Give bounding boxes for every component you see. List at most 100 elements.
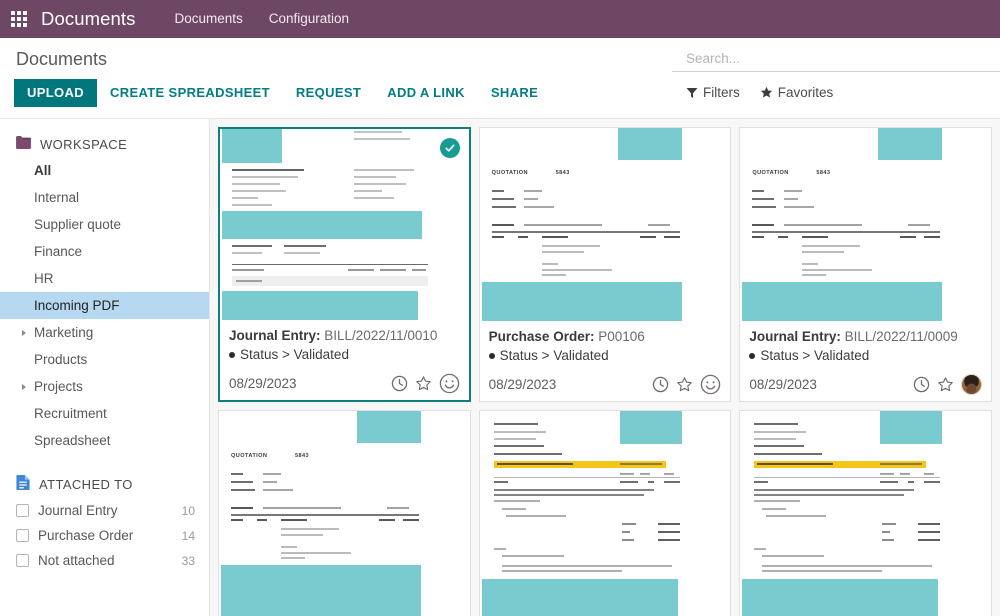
top-navbar: Documents Documents Configuration (0, 0, 1000, 38)
favorites-dropdown[interactable]: Favorites (760, 85, 833, 100)
filters-dropdown[interactable]: Filters (686, 85, 740, 100)
control-panel: Documents UPLOAD CREATE SPREADSHEET REQU… (0, 38, 1000, 119)
star-icon[interactable] (676, 376, 693, 393)
sidebar-item-label: Supplier quote (34, 217, 122, 232)
checkbox-icon[interactable] (16, 554, 29, 567)
document-thumbnail[interactable] (479, 411, 731, 616)
upload-button[interactable]: UPLOAD (14, 79, 97, 107)
menu-item-documents[interactable]: Documents (161, 0, 255, 38)
documents-grid: Journal Entry: BILL/2022/11/0010 Status >… (218, 127, 992, 616)
sidebar-item-label: Internal (34, 190, 80, 205)
sidebar-item-spreadsheet[interactable]: Spreadsheet (0, 427, 209, 454)
avatar[interactable] (439, 373, 460, 394)
sidebar-item-recruitment[interactable]: Recruitment (0, 400, 209, 427)
filter-funnel-icon (686, 87, 698, 99)
document-title: Journal Entry: BILL/2022/11/0009 (749, 327, 982, 346)
selected-check-icon[interactable] (439, 138, 460, 158)
document-title-prefix: Purchase Order: (488, 329, 595, 344)
menu-item-configuration[interactable]: Configuration (256, 0, 362, 38)
sidebar-item-label: Recruitment (34, 406, 107, 421)
document-thumbnail[interactable]: QUOTATION 5843 (740, 128, 991, 321)
sidebar-item-projects[interactable]: Projects (0, 373, 209, 400)
apps-grid-icon[interactable] (8, 8, 30, 30)
sidebar-filter-journal-entry[interactable]: Journal Entry 10 (0, 498, 209, 523)
sidebar-filter-not-attached[interactable]: Not attached 33 (0, 548, 209, 573)
sidebar-item-hr[interactable]: HR (0, 265, 209, 292)
star-icon (760, 86, 773, 99)
sidebar-item-label: Projects (34, 379, 83, 394)
chevron-right-icon[interactable] (22, 383, 26, 390)
document-card-actions (391, 373, 460, 394)
request-button[interactable]: REQUEST (283, 79, 374, 107)
status-dot-icon (488, 353, 495, 359)
clock-icon[interactable] (913, 376, 930, 393)
document-card[interactable]: QUOTATION 5843 Journal Entry: BILL/2022/11… (739, 127, 992, 402)
document-title: Purchase Order: P00106 (489, 327, 722, 346)
document-preview (480, 411, 731, 616)
status-label: Status > Validated (499, 348, 609, 363)
sidebar-filter-count: 33 (181, 553, 195, 568)
document-card-footer: 08/29/2023 (740, 373, 991, 401)
status-badge: Status > Validated (229, 345, 460, 365)
document-card[interactable]: QUOTATION 5843 (218, 410, 471, 616)
sidebar-item-supplier-quote[interactable]: Supplier quote (0, 211, 209, 238)
document-date: 08/29/2023 (749, 377, 817, 392)
sidebar-item-label: Products (34, 352, 88, 367)
status-dot-icon (229, 352, 235, 358)
sidebar-section-workspace[interactable]: WORKSPACE (0, 131, 209, 157)
document-card[interactable]: Journal Entry: BILL/2022/11/0010 Status >… (218, 127, 471, 402)
document-preview (740, 411, 991, 616)
document-thumbnail[interactable] (220, 129, 469, 320)
status-label: Status > Validated (760, 348, 870, 363)
document-title-value: P00106 (598, 329, 645, 344)
checkbox-icon[interactable] (16, 504, 29, 517)
sidebar-section-attached-to-label: ATTACHED TO (39, 476, 133, 492)
star-icon[interactable] (415, 375, 432, 392)
clock-icon[interactable] (391, 375, 408, 392)
sidebar-item-incoming-pdf[interactable]: Incoming PDF (0, 292, 209, 319)
document-info: Purchase Order: P00106 Status > Validated (479, 321, 731, 373)
avatar[interactable] (961, 374, 982, 395)
status-badge: Status > Validated (749, 346, 982, 366)
sidebar-item-label: All (34, 163, 52, 178)
sidebar-filter-count: 14 (181, 528, 195, 543)
chevron-right-icon[interactable] (22, 329, 26, 336)
sidebar-filter-label: Journal Entry (38, 503, 118, 518)
sidebar-section-attached-to[interactable]: ATTACHED TO (0, 470, 209, 498)
sidebar-item-finance[interactable]: Finance (0, 238, 209, 265)
star-icon[interactable] (937, 376, 954, 393)
app-brand-documents[interactable]: Documents (41, 8, 135, 30)
document-card[interactable]: QUOTATION 5843 Purchase Order: P00106 Statu… (478, 127, 732, 402)
sidebar-item-all[interactable]: All (0, 157, 209, 184)
checkbox-icon[interactable] (16, 529, 29, 542)
document-thumbnail[interactable]: QUOTATION 5843 (479, 128, 731, 321)
search-view: Filters Favorites (672, 38, 1000, 100)
clock-icon[interactable] (652, 376, 669, 393)
document-card[interactable] (739, 410, 992, 616)
document-title-prefix: Journal Entry: (749, 329, 841, 344)
avatar[interactable] (700, 374, 721, 395)
document-info: Journal Entry: BILL/2022/11/0010 Status >… (220, 320, 469, 372)
document-thumbnail[interactable] (740, 411, 991, 616)
sidebar-item-products[interactable]: Products (0, 346, 209, 373)
search-input[interactable] (672, 38, 1000, 72)
status-badge: Status > Validated (488, 346, 722, 366)
share-button[interactable]: SHARE (478, 79, 551, 107)
document-card-footer: 08/29/2023 (479, 373, 731, 401)
sidebar-item-internal[interactable]: Internal (0, 184, 209, 211)
add-a-link-button[interactable]: ADD A LINK (374, 79, 478, 107)
document-card-footer: 08/29/2023 (220, 372, 469, 400)
document-preview: QUOTATION 5843 (219, 411, 470, 616)
sidebar-filter-count: 10 (181, 503, 195, 518)
document-card[interactable] (478, 410, 732, 616)
sidebar-filter-purchase-order[interactable]: Purchase Order 14 (0, 523, 209, 548)
sidebar-item-label: Finance (34, 244, 83, 259)
sidebar-item-marketing[interactable]: Marketing (0, 319, 209, 346)
document-thumbnail[interactable]: QUOTATION 5843 (219, 411, 470, 616)
sidebar-filter-label: Not attached (38, 553, 115, 568)
document-card-actions (913, 374, 982, 395)
sidebar-item-label: Spreadsheet (34, 433, 111, 448)
sidebar-section-workspace-label: WORKSPACE (40, 136, 128, 152)
filters-label: Filters (703, 85, 740, 100)
create-spreadsheet-button[interactable]: CREATE SPREADSHEET (97, 79, 283, 107)
